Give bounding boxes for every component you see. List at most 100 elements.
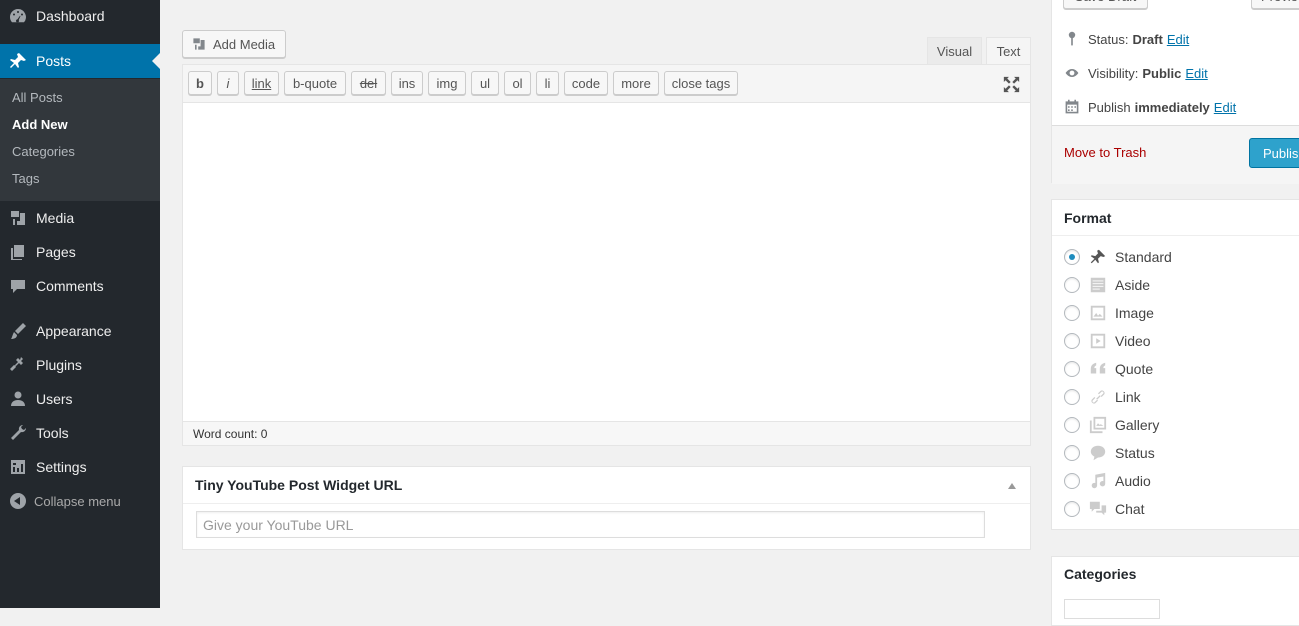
format-label: Quote: [1115, 361, 1154, 377]
publish-actions: Move to Trash Publis: [1052, 125, 1299, 184]
radio-button[interactable]: [1064, 361, 1080, 377]
submenu-all-posts[interactable]: All Posts: [12, 90, 63, 105]
qt-bquote-button[interactable]: b-quote: [284, 71, 346, 95]
users-icon: [0, 389, 36, 409]
menu-label: Appearance: [36, 323, 112, 339]
editor-container: b i link b-quote del ins img ul ol li co…: [182, 64, 1031, 446]
qt-link-button[interactable]: link: [244, 71, 279, 95]
appearance-icon: [0, 321, 36, 341]
qt-bold-button[interactable]: b: [188, 71, 212, 95]
chat-icon: [1088, 499, 1108, 519]
qt-close-tags-button[interactable]: close tags: [664, 71, 738, 95]
collapse-menu[interactable]: Collapse menu: [0, 488, 160, 514]
submenu-tags[interactable]: Tags: [12, 171, 39, 186]
publish-label: Publish: [1088, 99, 1131, 115]
tab-text[interactable]: Text: [986, 37, 1031, 65]
radio-button[interactable]: [1064, 249, 1080, 265]
qt-ul-button[interactable]: ul: [471, 71, 499, 95]
radio-button[interactable]: [1064, 501, 1080, 517]
radio-button[interactable]: [1064, 417, 1080, 433]
menu-users[interactable]: Users: [0, 382, 160, 416]
edit-visibility-link[interactable]: Edit: [1185, 66, 1207, 81]
save-draft-button[interactable]: Save Draft: [1063, 0, 1148, 9]
collapse-arrow-icon: [10, 493, 26, 509]
qt-img-button[interactable]: img: [428, 71, 466, 95]
format-label: Gallery: [1115, 417, 1160, 433]
format-label: Status: [1115, 445, 1155, 461]
format-option-status[interactable]: Status: [1064, 443, 1155, 463]
format-label: Image: [1115, 305, 1154, 321]
publish-button[interactable]: Publis: [1249, 138, 1299, 168]
status-row: Status: Draft Edit: [1064, 31, 1189, 47]
pin-icon: [1088, 247, 1108, 267]
menu-label: Posts: [36, 53, 72, 69]
fullscreen-icon[interactable]: [1003, 76, 1020, 93]
tab-visual[interactable]: Visual: [927, 37, 982, 65]
format-label: Link: [1115, 389, 1141, 405]
plugins-icon: [0, 355, 36, 375]
radio-button[interactable]: [1064, 473, 1080, 489]
menu-pages[interactable]: Pages: [0, 235, 160, 269]
add-media-button[interactable]: Add Media: [182, 30, 286, 58]
format-option-gallery[interactable]: Gallery: [1064, 415, 1159, 435]
radio-button[interactable]: [1064, 445, 1080, 461]
move-to-trash-link[interactable]: Move to Trash: [1064, 145, 1146, 160]
format-option-chat[interactable]: Chat: [1064, 499, 1145, 519]
edit-schedule-link[interactable]: Edit: [1214, 100, 1236, 115]
submenu-add-new[interactable]: Add New: [12, 117, 68, 132]
format-label: Chat: [1115, 501, 1145, 517]
menu-plugins[interactable]: Plugins: [0, 348, 160, 382]
qt-ol-button[interactable]: ol: [504, 71, 531, 95]
qt-ins-button[interactable]: ins: [391, 71, 423, 95]
menu-settings[interactable]: Settings: [0, 450, 160, 484]
menu-label: Dashboard: [36, 8, 105, 24]
menu-tools[interactable]: Tools: [0, 416, 160, 450]
menu-label: Pages: [36, 244, 76, 260]
visibility-label: Visibility:: [1088, 65, 1139, 81]
radio-button[interactable]: [1064, 333, 1080, 349]
edit-status-link[interactable]: Edit: [1167, 32, 1189, 47]
radio-button[interactable]: [1064, 277, 1080, 293]
format-option-audio[interactable]: Audio: [1064, 471, 1151, 491]
qt-code-button[interactable]: code: [564, 71, 608, 95]
preview-button[interactable]: Previe: [1251, 0, 1299, 9]
menu-comments[interactable]: Comments: [0, 269, 160, 303]
qt-italic-button[interactable]: i: [217, 71, 239, 95]
format-option-standard[interactable]: Standard: [1064, 247, 1172, 267]
menu-dashboard[interactable]: Dashboard: [0, 0, 160, 33]
format-label: Standard: [1115, 249, 1172, 265]
youtube-widget-box: Tiny YouTube Post Widget URL: [182, 466, 1031, 550]
pin-icon: [1068, 31, 1076, 46]
menu-appearance[interactable]: Appearance: [0, 314, 160, 348]
format-option-aside[interactable]: Aside: [1064, 275, 1150, 295]
menu-posts[interactable]: Posts: [0, 44, 160, 78]
quicktags-toolbar: b i link b-quote del ins img ul ol li co…: [183, 65, 1030, 103]
categories-tab[interactable]: [1064, 599, 1160, 619]
video-icon: [1088, 331, 1108, 351]
publish-box: Save Draft Previe Status: Draft Edit Vis…: [1051, 0, 1299, 184]
divider: [1052, 235, 1299, 236]
format-option-quote[interactable]: Quote: [1064, 359, 1153, 379]
add-media-label: Add Media: [213, 36, 276, 52]
qt-del-button[interactable]: del: [351, 71, 386, 95]
radio-button[interactable]: [1064, 305, 1080, 321]
divider: [183, 503, 1030, 504]
radio-button[interactable]: [1064, 389, 1080, 405]
collapse-toggle-icon[interactable]: [1008, 483, 1016, 489]
submenu-categories[interactable]: Categories: [12, 144, 75, 159]
dashboard-icon: [0, 6, 36, 26]
quote-icon: [1088, 359, 1108, 379]
format-option-video[interactable]: Video: [1064, 331, 1151, 351]
content-textarea[interactable]: [183, 103, 1030, 421]
format-option-link[interactable]: Link: [1064, 387, 1141, 407]
qt-li-button[interactable]: li: [536, 71, 559, 95]
categories-title: Categories: [1064, 566, 1137, 582]
posts-submenu: All Posts Add New Categories Tags: [0, 79, 160, 201]
format-option-image[interactable]: Image: [1064, 303, 1154, 323]
gallery-icon: [1088, 415, 1108, 435]
menu-media[interactable]: Media: [0, 201, 160, 235]
youtube-url-input[interactable]: [196, 511, 985, 538]
status-label: Status:: [1088, 31, 1129, 47]
qt-more-button[interactable]: more: [613, 71, 659, 95]
visibility-row: Visibility: Public Edit: [1064, 65, 1208, 81]
